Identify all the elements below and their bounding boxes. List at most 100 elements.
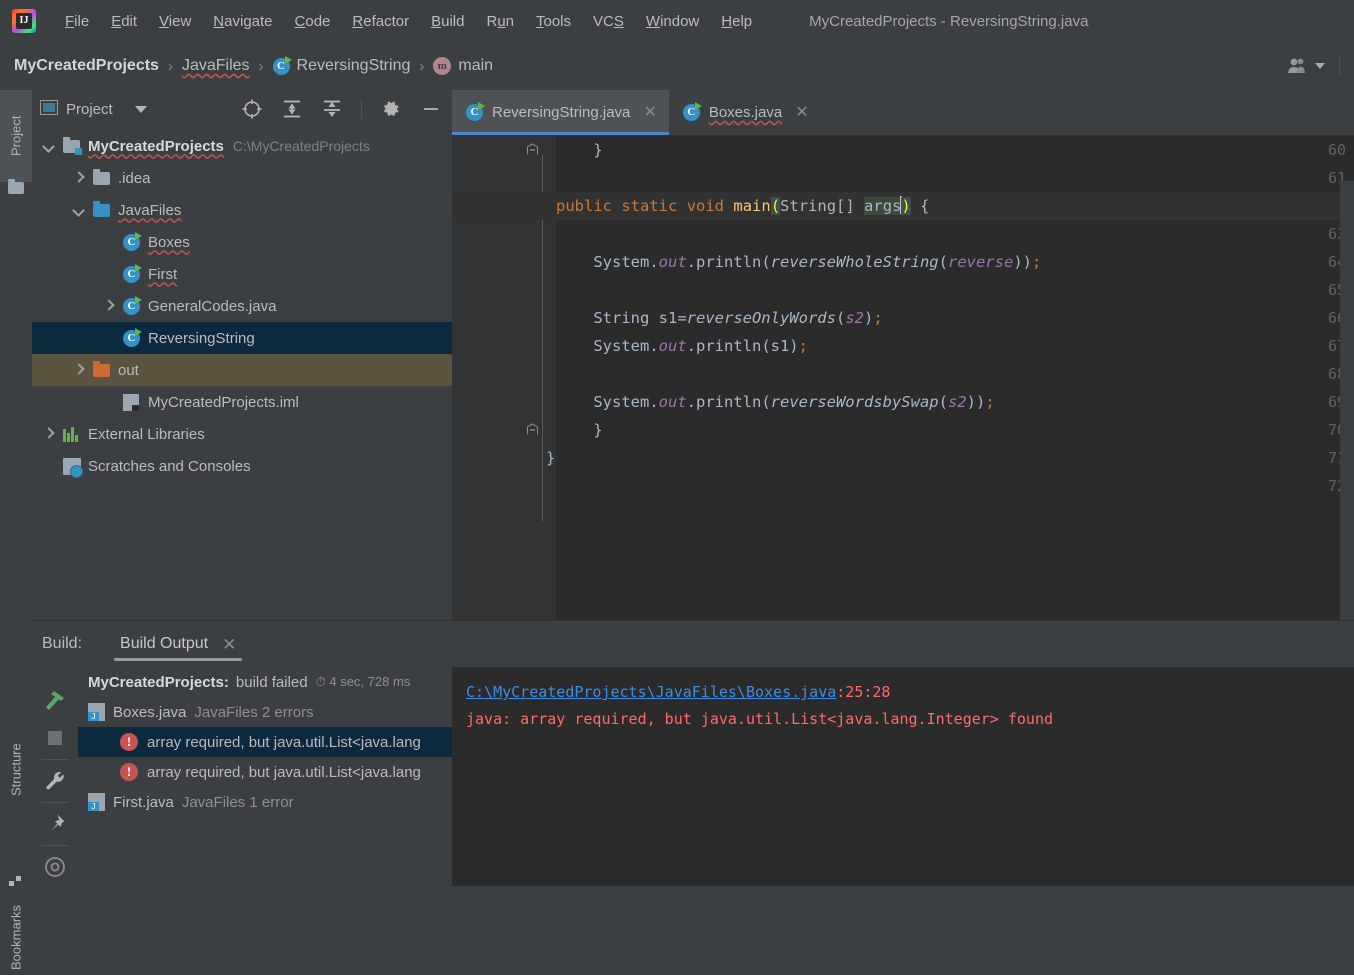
- hide-panel-icon[interactable]: [420, 98, 442, 120]
- menu-build[interactable]: Build: [420, 9, 475, 34]
- menu-view[interactable]: View: [148, 9, 202, 34]
- close-icon[interactable]: ✕: [643, 104, 656, 121]
- chevron-down-icon[interactable]: [1315, 63, 1325, 69]
- editor-tab-bar: C ReversingString.java ✕ C Boxes.java ✕: [452, 90, 1354, 136]
- tree-item-generalcodes-java[interactable]: C GeneralCodes.java: [32, 290, 452, 322]
- editor-tab-boxes-java[interactable]: C Boxes.java ✕: [669, 90, 821, 135]
- tree-item--idea[interactable]: .idea: [32, 162, 452, 194]
- fold-end-icon[interactable]: [526, 423, 539, 436]
- menu-file[interactable]: File: [54, 9, 100, 34]
- tab-build-output[interactable]: Build Output ✕: [114, 621, 243, 667]
- menu-help[interactable]: Help: [710, 9, 763, 34]
- menu-run[interactable]: Run: [475, 9, 525, 34]
- build-hammer-icon[interactable]: [32, 681, 78, 719]
- menu-edit[interactable]: Edit: [100, 9, 148, 34]
- project-view-icon: [40, 99, 58, 119]
- build-output-console[interactable]: C:\MyCreatedProjects\JavaFiles\Boxes.jav…: [452, 667, 1354, 886]
- menu-refactor[interactable]: Refactor: [341, 9, 420, 34]
- chevron-down-icon[interactable]: [72, 203, 86, 217]
- sidebar-item-bookmarks[interactable]: Bookmarks: [0, 900, 32, 975]
- close-icon[interactable]: ✕: [795, 104, 808, 121]
- code-line-71: }: [546, 449, 556, 467]
- tree-item-javafiles[interactable]: JavaFiles: [32, 194, 452, 226]
- java-class-icon: C: [123, 295, 142, 315]
- menu-navigate[interactable]: Navigate: [202, 9, 283, 34]
- build-row-error[interactable]: ! array required, but java.util.List<java…: [78, 727, 452, 757]
- tree-item-external-libraries[interactable]: External Libraries: [32, 418, 452, 450]
- stop-icon[interactable]: [32, 719, 78, 757]
- library-icon: [63, 425, 81, 443]
- code-editor[interactable]: 60616263646566676869707172 } public stat…: [452, 136, 1354, 621]
- module-folder-icon: [63, 136, 82, 155]
- java-class-icon: C: [466, 102, 485, 121]
- logo-letters: IJ: [16, 13, 32, 29]
- left-strip-label-structure: Structure: [8, 743, 24, 797]
- tree-item-reversingstring[interactable]: C ReversingString: [32, 322, 452, 354]
- sidebar-item-project[interactable]: Project: [0, 90, 32, 182]
- menu-vcs[interactable]: VCS: [582, 9, 635, 34]
- tree-item-scratches-and-consoles[interactable]: Scratches and Consoles: [32, 450, 452, 482]
- sidebar-item-structure[interactable]: Structure: [0, 715, 32, 825]
- tree-item-out[interactable]: out: [32, 354, 452, 386]
- code-line-60: }: [556, 141, 603, 159]
- code-line-67: System.out.println(s1);: [556, 337, 808, 355]
- build-row-file[interactable]: Boxes.java JavaFiles 2 errors: [78, 697, 452, 727]
- build-output-line-2: java: array required, but java.util.List…: [466, 710, 1053, 728]
- tool-divider: [41, 845, 69, 846]
- pin-icon[interactable]: [32, 805, 78, 843]
- error-file-link[interactable]: C:\MyCreatedProjects\JavaFiles\Boxes.jav…: [466, 683, 836, 701]
- tree-item-label: out: [118, 361, 139, 379]
- expand-all-icon[interactable]: [281, 98, 303, 120]
- menu-code[interactable]: Code: [284, 9, 342, 34]
- chevron-right-icon[interactable]: [42, 427, 56, 441]
- breadcrumb-item-javafiles[interactable]: JavaFiles: [182, 57, 250, 75]
- help-icon[interactable]: [32, 848, 78, 886]
- tree-item-label: First: [148, 265, 178, 283]
- java-file-icon: [88, 703, 105, 721]
- tree-item-first[interactable]: C First: [32, 258, 452, 290]
- chevron-right-icon[interactable]: [72, 363, 86, 377]
- tree-item-mycreatedprojects-iml[interactable]: MyCreatedProjects.iml: [32, 386, 452, 418]
- menu-tools[interactable]: Tools: [525, 9, 582, 34]
- chevron-down-icon[interactable]: [134, 105, 147, 113]
- tree-item-boxes[interactable]: C Boxes: [32, 226, 452, 258]
- java-class-icon: C: [123, 327, 142, 347]
- iml-file-icon: [123, 393, 141, 411]
- editor-tab-reversingstring-java[interactable]: C ReversingString.java ✕: [452, 90, 669, 135]
- menu-window[interactable]: Window: [635, 9, 710, 34]
- java-class-icon: C: [123, 231, 142, 251]
- tree-item-mycreatedprojects[interactable]: MyCreatedProjects C:\MyCreatedProjects: [32, 130, 452, 162]
- java-class-icon: C: [272, 55, 292, 75]
- build-tool-window: Build: Build Output ✕ MyCreatedProjects:…: [32, 620, 1354, 886]
- settings-gear-icon[interactable]: [380, 98, 402, 120]
- left-tool-window-strip: Project Structure Bookmarks: [0, 90, 33, 970]
- close-icon[interactable]: ✕: [222, 636, 236, 653]
- collapse-all-icon[interactable]: [321, 98, 343, 120]
- breadcrumb-item-main[interactable]: main: [458, 57, 493, 75]
- people-icon[interactable]: [1286, 57, 1308, 75]
- select-opened-file-icon[interactable]: [241, 98, 263, 120]
- settings-wrench-icon[interactable]: [32, 762, 78, 800]
- build-row-file[interactable]: First.java JavaFiles 1 error: [78, 787, 452, 817]
- chevron-down-icon[interactable]: [42, 139, 56, 153]
- build-row-error[interactable]: ! array required, but java.util.List<java…: [78, 757, 452, 787]
- breadcrumb-item-mycreatedprojects[interactable]: MyCreatedProjects: [14, 57, 159, 75]
- build-output-line-1: C:\MyCreatedProjects\JavaFiles\Boxes.jav…: [466, 679, 1354, 706]
- code-line-66: String s1=reverseOnlyWords(s2);: [556, 309, 883, 327]
- breadcrumb-item-reversingstring[interactable]: ReversingString: [297, 57, 411, 75]
- java-class-icon: C: [682, 102, 702, 121]
- error-location: :25:28: [836, 683, 891, 701]
- fold-end-icon[interactable]: [526, 143, 539, 156]
- chevron-right-icon[interactable]: [102, 299, 116, 313]
- editor-tab-label: Boxes.java: [708, 104, 783, 121]
- breadcrumb: MyCreatedProjects › JavaFiles › C ReversingSt…: [0, 55, 493, 75]
- chevron-right-icon[interactable]: [72, 171, 86, 185]
- code-line-70: }: [556, 421, 603, 439]
- editor-scrollbar[interactable]: [1340, 181, 1354, 621]
- tree-item-path: C:\MyCreatedProjects: [232, 138, 370, 154]
- build-row-root[interactable]: MyCreatedProjects: build failed ⏱ 4 sec, 7…: [78, 667, 452, 697]
- editor-tab-label: ReversingString.java: [492, 104, 631, 121]
- tree-item-label: Scratches and Consoles: [88, 457, 251, 475]
